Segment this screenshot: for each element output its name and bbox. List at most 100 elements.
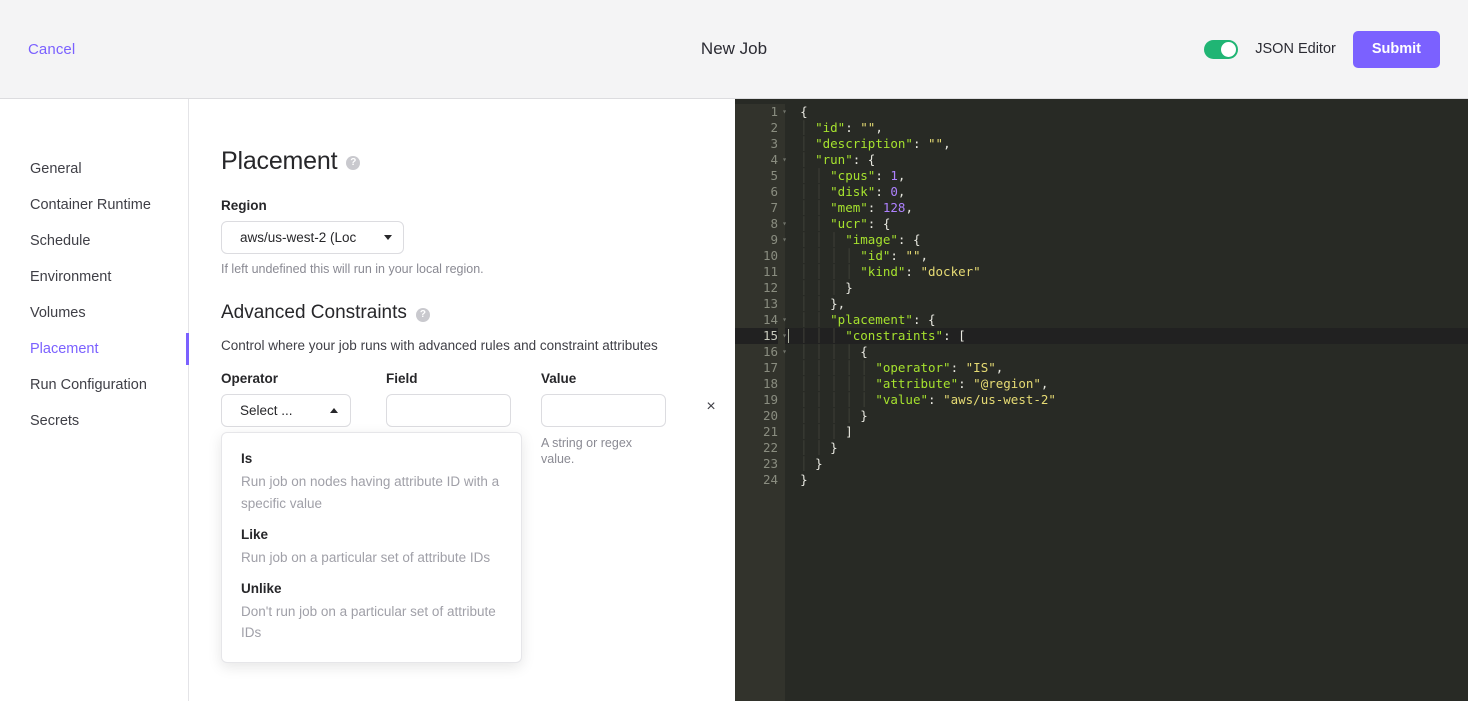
json-editor[interactable]: 1 ▾ 2 3 4 ▾ 5 6 7 8 ▾ 9 ▾ 10 11 12 13 14 ▾ 15 ▾ 16 ▾ 17 18 19 20 21… <box>735 99 1468 701</box>
editor-code-line[interactable]: │ │ "ucr": { <box>785 216 1468 232</box>
sidebar-item-placement[interactable]: Placement <box>0 331 189 367</box>
indent-guide: │ │ <box>785 440 831 455</box>
code-token-str: "aws/us-west-2" <box>943 392 1056 407</box>
fold-arrow-icon[interactable]: ▾ <box>782 232 787 248</box>
editor-code-line[interactable]: │ │ │ } <box>785 280 1468 296</box>
editor-code-line[interactable]: │ │ │ │ "kind": "docker" <box>785 264 1468 280</box>
value-input[interactable] <box>541 394 666 427</box>
fold-arrow-icon[interactable]: ▾ <box>782 152 787 168</box>
indent-guide: │ │ │ <box>785 328 846 343</box>
sidebar-item-label: Run Configuration <box>30 377 147 393</box>
operator-select[interactable]: Select ... <box>221 394 351 427</box>
code-token-punc: , <box>897 184 906 199</box>
editor-code-line[interactable]: { <box>785 104 1468 120</box>
code-token-punc: , <box>995 360 1004 375</box>
fold-arrow-icon[interactable]: ▾ <box>782 104 787 120</box>
editor-code-line[interactable]: │ │ │ "constraints": [ <box>785 328 1468 344</box>
editor-code-line[interactable]: │ │ }, <box>785 296 1468 312</box>
editor-code[interactable]: { │ "id": "", │ "description": "", │ "ru… <box>785 104 1468 701</box>
code-token-punc: , <box>875 120 883 135</box>
sidebar-item-secrets[interactable]: Secrets <box>0 403 188 439</box>
code-token-str: "docker" <box>920 264 981 279</box>
editor-line-number: 11 <box>762 264 778 279</box>
code-token-punc: : <box>845 120 861 135</box>
fold-arrow-icon[interactable]: ▾ <box>782 312 787 328</box>
code-token-str: "" <box>860 120 876 135</box>
submit-button[interactable]: Submit <box>1352 30 1440 68</box>
code-token-key: "value" <box>875 392 928 407</box>
code-token-punc: : { <box>912 312 936 327</box>
dropdown-option-title: Is <box>241 451 253 466</box>
editor-code-line[interactable]: │ │ │ │ } <box>785 408 1468 424</box>
editor-code-line[interactable]: │ │ "mem": 128, <box>785 200 1468 216</box>
dropdown-option-is[interactable]: Is Run job on nodes having attribute ID w… <box>222 445 521 521</box>
indent-guide: │ │ <box>785 296 831 311</box>
dropdown-option-like[interactable]: Like Run job on a particular set of attri… <box>222 521 521 575</box>
editor-code-line[interactable]: │ │ │ ] <box>785 424 1468 440</box>
operator-column-label: Operator <box>221 371 279 386</box>
indent-guide <box>785 472 800 487</box>
editor-line-number: 19 <box>762 392 778 407</box>
editor-code-line[interactable]: │ │ │ │ "id": "", <box>785 248 1468 264</box>
code-token-punc: , <box>1040 376 1049 391</box>
editor-line-number: 18 <box>762 376 778 391</box>
dropdown-option-description: Don't run job on a particular set of att… <box>241 603 496 641</box>
sidebar-item-volumes[interactable]: Volumes <box>0 295 188 331</box>
sidebar-item-schedule[interactable]: Schedule <box>0 223 188 259</box>
code-token-punc: : <box>905 264 921 279</box>
editor-code-line[interactable]: │ "run": { <box>785 152 1468 168</box>
code-token-punc: } <box>815 456 823 471</box>
code-token-punc: : <box>958 376 974 391</box>
editor-code-line[interactable]: │ │ │ "image": { <box>785 232 1468 248</box>
editor-code-line[interactable]: │ │ │ │ │ "attribute": "@region", <box>785 376 1468 392</box>
indent-guide: │ │ <box>785 312 831 327</box>
dropdown-option-unlike[interactable]: Unlike Don't run job on a particular set … <box>222 575 521 651</box>
editor-code-line[interactable]: │ │ │ │ { <box>785 344 1468 360</box>
region-select[interactable]: aws/us-west-2 (Loc <box>221 221 404 254</box>
editor-code-line[interactable]: │ │ } <box>785 440 1468 456</box>
placement-heading-row: Placement ? <box>221 147 735 176</box>
fold-arrow-icon[interactable]: ▾ <box>782 344 787 360</box>
region-label: Region <box>221 198 267 213</box>
editor-line-number: 22 <box>762 440 778 455</box>
question-mark-icon[interactable]: ? <box>415 307 430 322</box>
fold-arrow-icon[interactable]: ▾ <box>782 328 787 344</box>
editor-code-line[interactable]: } <box>785 472 1468 488</box>
editor-code-line[interactable]: │ │ "placement": { <box>785 312 1468 328</box>
editor-code-line[interactable]: │ │ │ │ │ "value": "aws/us-west-2" <box>785 392 1468 408</box>
sidebar-item-general[interactable]: General <box>0 151 188 187</box>
sidebar-item-environment[interactable]: Environment <box>0 259 188 295</box>
code-token-key: "disk" <box>830 184 876 199</box>
close-icon[interactable]: × <box>706 399 715 415</box>
indent-guide: │ │ │ │ <box>785 408 861 423</box>
sidebar-item-run-configuration[interactable]: Run Configuration <box>0 367 188 403</box>
code-token-key: "cpus" <box>830 168 876 183</box>
editor-code-line[interactable]: │ │ "cpus": 1, <box>785 168 1468 184</box>
code-token-key: "kind" <box>860 264 906 279</box>
json-editor-toggle[interactable] <box>1204 39 1239 59</box>
constraint-row: Operator Select ... Field Value A string… <box>221 371 735 664</box>
constraint-field-column: Field <box>386 371 541 427</box>
indent-guide: │ │ │ │ <box>785 248 861 263</box>
editor-line-number: 5 <box>770 168 778 183</box>
code-token-key: "id" <box>815 120 846 135</box>
sidebar-item-container-runtime[interactable]: Container Runtime <box>0 187 188 223</box>
code-token-key: "ucr" <box>830 216 868 231</box>
editor-line-number: 16 ▾ <box>762 344 787 359</box>
dropdown-option-title: Unlike <box>241 580 282 596</box>
question-mark-icon[interactable]: ? <box>346 156 361 170</box>
fold-arrow-icon[interactable]: ▾ <box>782 216 787 232</box>
code-token-key: "operator" <box>875 360 951 375</box>
editor-code-line[interactable]: │ │ │ │ │ "operator": "IS", <box>785 360 1468 376</box>
editor-code-line[interactable]: │ "id": "", <box>785 120 1468 136</box>
editor-code-line[interactable]: │ "description": "", <box>785 136 1468 152</box>
cancel-button[interactable]: Cancel <box>28 41 75 58</box>
indent-guide: │ │ │ <box>785 280 846 295</box>
indent-guide: │ │ │ │ │ <box>785 360 876 375</box>
value-column-label: Value <box>541 371 577 386</box>
indent-guide: │ │ │ <box>785 424 846 439</box>
field-input[interactable] <box>386 394 511 427</box>
editor-code-line[interactable]: │ } <box>785 456 1468 472</box>
code-token-num: 128 <box>882 200 906 215</box>
editor-code-line[interactable]: │ │ "disk": 0, <box>785 184 1468 200</box>
